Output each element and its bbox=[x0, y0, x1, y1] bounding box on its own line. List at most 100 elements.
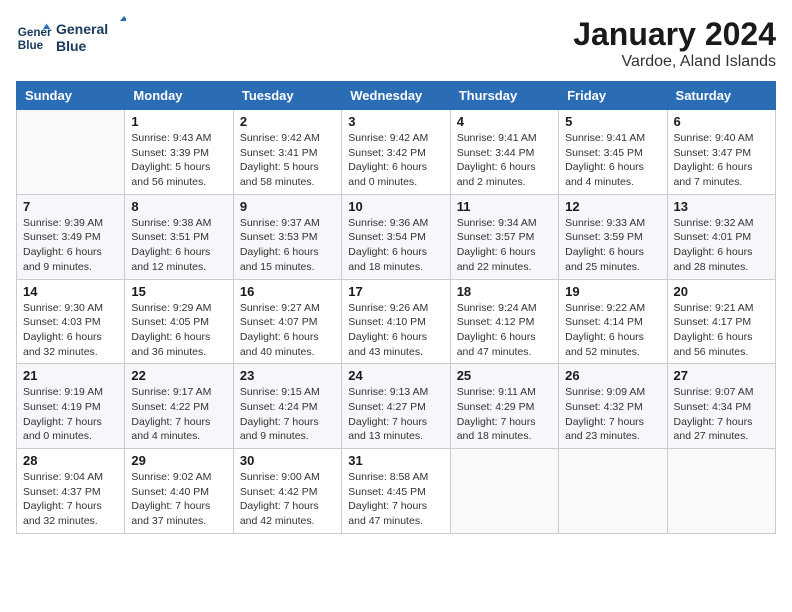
day-number: 26 bbox=[565, 368, 660, 383]
day-number: 14 bbox=[23, 284, 118, 299]
calendar-body: 1Sunrise: 9:43 AM Sunset: 3:39 PM Daylig… bbox=[17, 110, 776, 534]
calendar-cell: 23 Sunrise: 9:15 AM Sunset: 4:24 PM Dayli… bbox=[233, 364, 341, 449]
header-wednesday: Wednesday bbox=[342, 82, 450, 110]
calendar-cell: 15Sunrise: 9:29 AM Sunset: 4:05 PM Dayli… bbox=[125, 279, 233, 364]
calendar-cell: 30Sunrise: 9:00 AM Sunset: 4:42 PM Dayli… bbox=[233, 449, 341, 534]
day-info: Sunrise: 9:07 AM Sunset: 4:34 PM Dayligh… bbox=[674, 385, 769, 444]
calendar-cell: 27 Sunrise: 9:07 AM Sunset: 4:34 PM Dayli… bbox=[667, 364, 775, 449]
calendar-cell: 9 Sunrise: 9:37 AM Sunset: 3:53 PM Daylig… bbox=[233, 194, 341, 279]
svg-text:Blue: Blue bbox=[56, 38, 87, 54]
week-row-4: 28 Sunrise: 9:04 AM Sunset: 4:37 PM Dayli… bbox=[17, 449, 776, 534]
calendar-cell: 25Sunrise: 9:11 AM Sunset: 4:29 PM Dayli… bbox=[450, 364, 558, 449]
day-info: Sunrise: 9:33 AM Sunset: 3:59 PM Dayligh… bbox=[565, 216, 660, 275]
day-info: Sunrise: 9:38 AM Sunset: 3:51 PM Dayligh… bbox=[131, 216, 226, 275]
week-row-3: 21Sunrise: 9:19 AM Sunset: 4:19 PM Dayli… bbox=[17, 364, 776, 449]
day-info: Sunrise: 9:41 AM Sunset: 3:45 PM Dayligh… bbox=[565, 131, 660, 190]
location-title: Vardoe, Aland Islands bbox=[573, 53, 776, 71]
day-number: 18 bbox=[457, 284, 552, 299]
calendar-cell: 28 Sunrise: 9:04 AM Sunset: 4:37 PM Dayli… bbox=[17, 449, 125, 534]
day-number: 24 bbox=[348, 368, 443, 383]
day-info: Sunrise: 9:15 AM Sunset: 4:24 PM Dayligh… bbox=[240, 385, 335, 444]
day-number: 25 bbox=[457, 368, 552, 383]
calendar-cell: 31 Sunrise: 8:58 AM Sunset: 4:45 PM Dayli… bbox=[342, 449, 450, 534]
calendar-cell bbox=[667, 449, 775, 534]
calendar-table: SundayMondayTuesdayWednesdayThursdayFrid… bbox=[16, 81, 776, 534]
calendar-cell: 26Sunrise: 9:09 AM Sunset: 4:32 PM Dayli… bbox=[559, 364, 667, 449]
day-info: Sunrise: 9:27 AM Sunset: 4:07 PM Dayligh… bbox=[240, 301, 335, 360]
calendar-cell: 22Sunrise: 9:17 AM Sunset: 4:22 PM Dayli… bbox=[125, 364, 233, 449]
day-info: Sunrise: 9:26 AM Sunset: 4:10 PM Dayligh… bbox=[348, 301, 443, 360]
logo-icon: General Blue bbox=[16, 20, 52, 56]
calendar-cell: 24Sunrise: 9:13 AM Sunset: 4:27 PM Dayli… bbox=[342, 364, 450, 449]
day-number: 12 bbox=[565, 199, 660, 214]
day-number: 15 bbox=[131, 284, 226, 299]
day-number: 22 bbox=[131, 368, 226, 383]
calendar-cell: 19Sunrise: 9:22 AM Sunset: 4:14 PM Dayli… bbox=[559, 279, 667, 364]
day-info: Sunrise: 9:30 AM Sunset: 4:03 PM Dayligh… bbox=[23, 301, 118, 360]
header-friday: Friday bbox=[559, 82, 667, 110]
svg-text:General: General bbox=[56, 21, 108, 37]
week-row-0: 1Sunrise: 9:43 AM Sunset: 3:39 PM Daylig… bbox=[17, 110, 776, 195]
calendar-cell bbox=[450, 449, 558, 534]
day-number: 9 bbox=[240, 199, 335, 214]
day-number: 31 bbox=[348, 453, 443, 468]
day-info: Sunrise: 9:36 AM Sunset: 3:54 PM Dayligh… bbox=[348, 216, 443, 275]
day-number: 23 bbox=[240, 368, 335, 383]
day-info: Sunrise: 9:40 AM Sunset: 3:47 PM Dayligh… bbox=[674, 131, 769, 190]
day-info: Sunrise: 9:42 AM Sunset: 3:41 PM Dayligh… bbox=[240, 131, 335, 190]
header-thursday: Thursday bbox=[450, 82, 558, 110]
calendar-cell: 4Sunrise: 9:41 AM Sunset: 3:44 PM Daylig… bbox=[450, 110, 558, 195]
day-number: 11 bbox=[457, 199, 552, 214]
day-number: 17 bbox=[348, 284, 443, 299]
day-number: 19 bbox=[565, 284, 660, 299]
week-row-2: 14 Sunrise: 9:30 AM Sunset: 4:03 PM Dayli… bbox=[17, 279, 776, 364]
day-info: Sunrise: 9:42 AM Sunset: 3:42 PM Dayligh… bbox=[348, 131, 443, 190]
day-number: 13 bbox=[674, 199, 769, 214]
logo: General Blue General Blue General Blue bbox=[16, 16, 126, 60]
day-info: Sunrise: 9:37 AM Sunset: 3:53 PM Dayligh… bbox=[240, 216, 335, 275]
calendar-cell: 8 Sunrise: 9:38 AM Sunset: 3:51 PM Daylig… bbox=[125, 194, 233, 279]
day-info: Sunrise: 9:34 AM Sunset: 3:57 PM Dayligh… bbox=[457, 216, 552, 275]
day-info: Sunrise: 9:39 AM Sunset: 3:49 PM Dayligh… bbox=[23, 216, 118, 275]
calendar-cell: 3Sunrise: 9:42 AM Sunset: 3:42 PM Daylig… bbox=[342, 110, 450, 195]
day-number: 27 bbox=[674, 368, 769, 383]
day-number: 2 bbox=[240, 114, 335, 129]
day-number: 8 bbox=[131, 199, 226, 214]
month-title: January 2024 bbox=[573, 16, 776, 53]
day-number: 5 bbox=[565, 114, 660, 129]
day-number: 10 bbox=[348, 199, 443, 214]
calendar-cell: 16 Sunrise: 9:27 AM Sunset: 4:07 PM Dayli… bbox=[233, 279, 341, 364]
day-number: 16 bbox=[240, 284, 335, 299]
calendar-cell: 5 Sunrise: 9:41 AM Sunset: 3:45 PM Daylig… bbox=[559, 110, 667, 195]
day-info: Sunrise: 9:04 AM Sunset: 4:37 PM Dayligh… bbox=[23, 470, 118, 529]
day-number: 28 bbox=[23, 453, 118, 468]
calendar-cell: 14 Sunrise: 9:30 AM Sunset: 4:03 PM Dayli… bbox=[17, 279, 125, 364]
calendar-cell: 6 Sunrise: 9:40 AM Sunset: 3:47 PM Daylig… bbox=[667, 110, 775, 195]
calendar-cell: 13 Sunrise: 9:32 AM Sunset: 4:01 PM Dayli… bbox=[667, 194, 775, 279]
calendar-cell: 20 Sunrise: 9:21 AM Sunset: 4:17 PM Dayli… bbox=[667, 279, 775, 364]
day-info: Sunrise: 9:41 AM Sunset: 3:44 PM Dayligh… bbox=[457, 131, 552, 190]
calendar-cell: 12 Sunrise: 9:33 AM Sunset: 3:59 PM Dayli… bbox=[559, 194, 667, 279]
day-info: Sunrise: 9:32 AM Sunset: 4:01 PM Dayligh… bbox=[674, 216, 769, 275]
day-info: Sunrise: 9:43 AM Sunset: 3:39 PM Dayligh… bbox=[131, 131, 226, 190]
calendar-cell: 2 Sunrise: 9:42 AM Sunset: 3:41 PM Daylig… bbox=[233, 110, 341, 195]
day-info: Sunrise: 9:02 AM Sunset: 4:40 PM Dayligh… bbox=[131, 470, 226, 529]
day-info: Sunrise: 8:58 AM Sunset: 4:45 PM Dayligh… bbox=[348, 470, 443, 529]
day-number: 20 bbox=[674, 284, 769, 299]
calendar-cell: 17 Sunrise: 9:26 AM Sunset: 4:10 PM Dayli… bbox=[342, 279, 450, 364]
day-number: 29 bbox=[131, 453, 226, 468]
day-number: 21 bbox=[23, 368, 118, 383]
calendar-cell bbox=[17, 110, 125, 195]
page-header: General Blue General Blue General Blue J… bbox=[16, 16, 776, 71]
calendar-cell: 21Sunrise: 9:19 AM Sunset: 4:19 PM Dayli… bbox=[17, 364, 125, 449]
header-saturday: Saturday bbox=[667, 82, 775, 110]
calendar-cell: 18Sunrise: 9:24 AM Sunset: 4:12 PM Dayli… bbox=[450, 279, 558, 364]
week-row-1: 7Sunrise: 9:39 AM Sunset: 3:49 PM Daylig… bbox=[17, 194, 776, 279]
day-info: Sunrise: 9:21 AM Sunset: 4:17 PM Dayligh… bbox=[674, 301, 769, 360]
title-block: January 2024 Vardoe, Aland Islands bbox=[573, 16, 776, 71]
day-number: 6 bbox=[674, 114, 769, 129]
calendar-cell: 29 Sunrise: 9:02 AM Sunset: 4:40 PM Dayli… bbox=[125, 449, 233, 534]
header-sunday: Sunday bbox=[17, 82, 125, 110]
day-info: Sunrise: 9:00 AM Sunset: 4:42 PM Dayligh… bbox=[240, 470, 335, 529]
calendar-cell: 7Sunrise: 9:39 AM Sunset: 3:49 PM Daylig… bbox=[17, 194, 125, 279]
